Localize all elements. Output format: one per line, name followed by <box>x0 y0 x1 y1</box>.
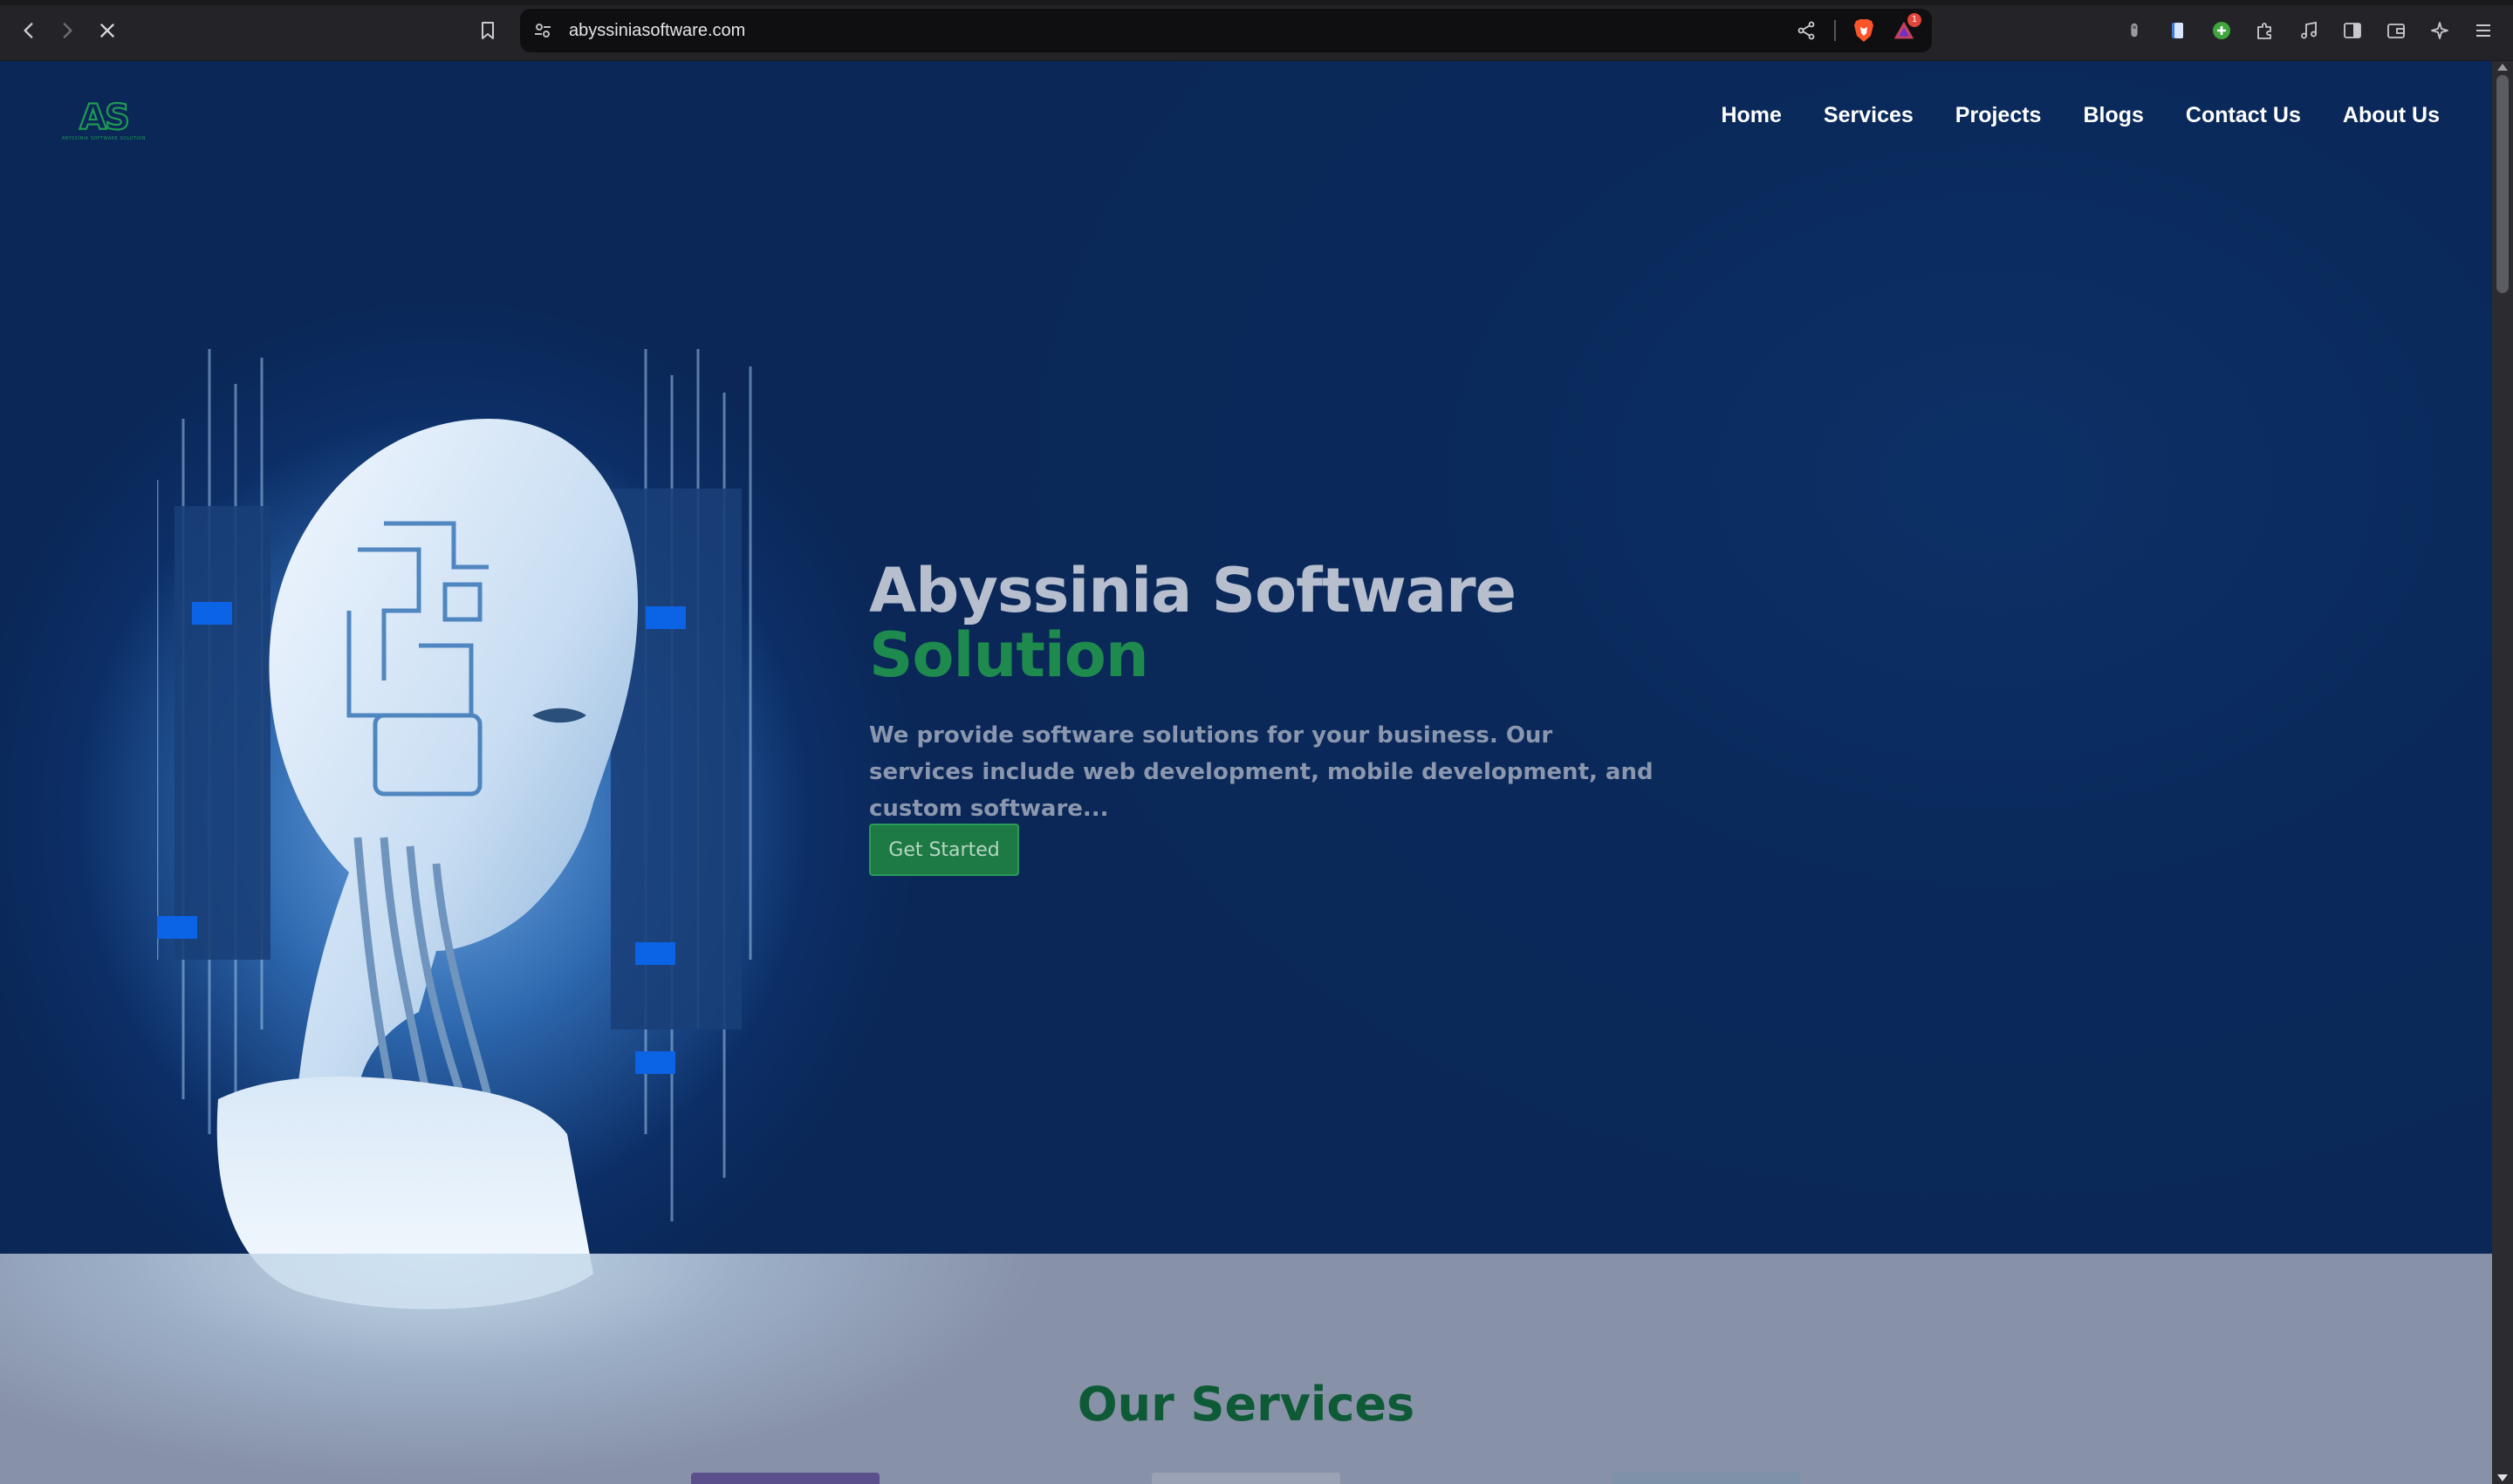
address-bar[interactable]: abyssiniasoftware.com 1 <box>520 9 1932 52</box>
hero-title: Abyssinia Software Solution <box>869 558 1742 687</box>
site-logo[interactable]: AS ABYSSINIA SOFTWARE SOLUTION <box>49 98 159 143</box>
forward-button[interactable] <box>51 14 84 47</box>
hero-description: We provide software solutions for your b… <box>869 722 1654 822</box>
nav-projects[interactable]: Projects <box>1955 103 2042 128</box>
robot-head-illustration <box>157 349 752 1310</box>
web-page: AS ABYSSINIA SOFTWARE SOLUTION Home Serv… <box>0 61 2492 1484</box>
nav-blogs[interactable]: Blogs <box>2083 103 2143 128</box>
services-heading: Our Services <box>1077 1377 1415 1432</box>
puzzle-icon[interactable] <box>2253 18 2277 43</box>
hero-title-accent: Solution <box>869 619 1149 691</box>
bookmark-button[interactable] <box>473 16 503 45</box>
notes-icon[interactable] <box>2166 18 2190 43</box>
logo-subtext: ABYSSINIA SOFTWARE SOLUTION <box>62 136 146 141</box>
wallet-icon[interactable] <box>2384 18 2408 43</box>
music-icon[interactable] <box>2297 18 2321 43</box>
extensions-bar <box>2122 16 2496 45</box>
back-button[interactable] <box>12 14 45 47</box>
plus-circle-icon[interactable] <box>2209 18 2234 43</box>
chevron-left-icon <box>24 23 33 38</box>
service-card[interactable] <box>1613 1473 1801 1484</box>
brave-shields-icon[interactable] <box>1852 18 1876 43</box>
page-viewport: AS ABYSSINIA SOFTWARE SOLUTION Home Serv… <box>0 61 2513 1484</box>
page-scrollbar[interactable] <box>2492 61 2513 1484</box>
service-card[interactable] <box>1152 1473 1340 1484</box>
extension-a-icon[interactable] <box>2122 18 2147 43</box>
rewards-badge: 1 <box>1907 13 1921 27</box>
chevron-right-icon <box>63 23 72 38</box>
close-icon <box>100 24 114 38</box>
menu-icon[interactable] <box>2471 18 2496 43</box>
tab-strip <box>0 0 2513 5</box>
nav-contact-us[interactable]: Contact Us <box>2186 103 2301 128</box>
nav-about-us[interactable]: About Us <box>2343 103 2440 128</box>
sidebar-icon[interactable] <box>2340 18 2365 43</box>
hero-title-main: Abyssinia Software <box>869 555 1517 626</box>
logo-text: AS <box>79 98 128 138</box>
nav-services[interactable]: Services <box>1824 103 1914 128</box>
service-card[interactable] <box>691 1473 880 1484</box>
url-text[interactable]: abyssiniasoftware.com <box>569 9 745 52</box>
scroll-down-arrow[interactable] <box>2497 1474 2508 1481</box>
brave-rewards-icon[interactable]: 1 <box>1892 13 1921 43</box>
get-started-button[interactable]: Get Started <box>869 824 1019 876</box>
share-icon[interactable] <box>1794 18 1818 43</box>
stop-loading-button[interactable] <box>91 14 124 47</box>
divider <box>1834 20 1836 41</box>
hero-section: AS ABYSSINIA SOFTWARE SOLUTION Home Serv… <box>0 61 2492 1326</box>
main-nav: Home Services Projects Blogs Contact Us … <box>1721 103 2440 128</box>
scroll-up-arrow[interactable] <box>2497 64 2508 71</box>
leo-ai-icon[interactable] <box>2427 18 2452 43</box>
bookmark-icon <box>482 22 494 39</box>
hero-bottom-glow <box>0 1254 1091 1484</box>
scrollbar-thumb[interactable] <box>2496 75 2509 293</box>
browser-toolbar: abyssiniasoftware.com 1 <box>0 0 2513 61</box>
nav-home[interactable]: Home <box>1721 103 1781 128</box>
site-settings-icon[interactable] <box>532 20 553 41</box>
